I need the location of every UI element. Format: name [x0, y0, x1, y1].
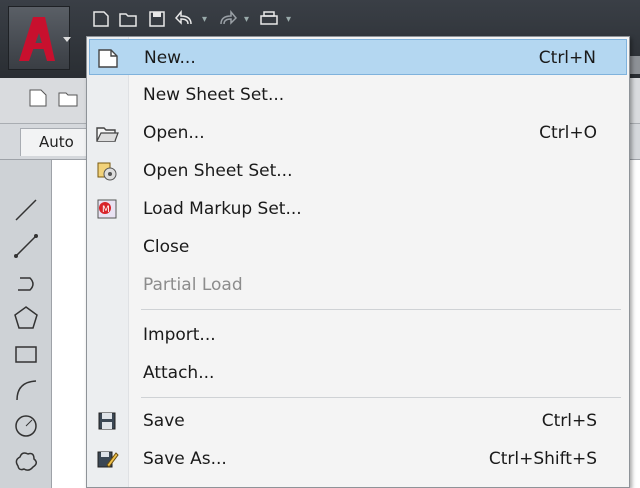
chevron-down-icon[interactable]: ▾ [286, 14, 294, 25]
file-dropdown-menu: New... Ctrl+N New Sheet Set... Open... C… [86, 36, 630, 488]
menu-item-save[interactable]: Save Ctrl+S [89, 403, 627, 439]
menu-item-label: Load Markup Set... [143, 199, 302, 219]
new-file-icon [96, 46, 120, 70]
menu-item-partial-load: Partial Load [89, 267, 627, 303]
construction-line-icon[interactable] [12, 232, 40, 260]
menu-item-label: Save [143, 411, 185, 431]
svg-text:M: M [102, 205, 110, 215]
menu-item-label: Close [143, 237, 190, 257]
markup-set-icon: M [95, 197, 119, 221]
menu-item-new[interactable]: New... Ctrl+N [89, 39, 627, 75]
redo-icon[interactable] [216, 9, 238, 29]
menu-item-open-sheet-set[interactable]: Open Sheet Set... [89, 153, 627, 189]
new-file-icon[interactable] [28, 88, 48, 108]
menu-item-save-as[interactable]: Save As... Ctrl+Shift+S [89, 441, 627, 477]
menu-item-label: Attach... [143, 363, 215, 383]
open-folder-icon[interactable] [118, 9, 140, 29]
line-tool-icon[interactable] [12, 196, 40, 224]
save-as-icon [95, 447, 119, 471]
menu-item-import[interactable]: Import... [89, 317, 627, 353]
plot-icon[interactable] [258, 9, 280, 29]
menu-item-label: Open Sheet Set... [143, 161, 293, 181]
open-sheet-set-icon [95, 159, 119, 183]
chevron-down-icon: ▾ [202, 13, 208, 25]
menu-item-label: Import... [143, 325, 216, 345]
save-icon [95, 409, 119, 433]
save-icon[interactable] [146, 9, 168, 29]
chevron-down-icon: ▾ [244, 13, 250, 25]
menu-item-label: New... [144, 48, 196, 68]
polyline-icon[interactable] [12, 268, 40, 296]
chevron-down-icon [63, 37, 71, 42]
menu-item-load-markup-set[interactable]: M Load Markup Set... [89, 191, 627, 227]
open-folder-icon [95, 121, 119, 145]
undo-icon[interactable] [174, 9, 196, 29]
menu-item-shortcut: Ctrl+S [541, 411, 597, 431]
application-menu-button[interactable] [8, 6, 71, 70]
arc-icon[interactable] [12, 376, 40, 404]
revision-cloud-icon[interactable] [12, 448, 40, 476]
menu-item-shortcut: Ctrl+N [538, 48, 596, 68]
menu-item-new-sheet-set[interactable]: New Sheet Set... [89, 77, 627, 113]
menu-item-shortcut: Ctrl+O [539, 123, 597, 143]
menu-item-label: Open... [143, 123, 205, 143]
menu-divider [141, 397, 621, 398]
menu-item-close[interactable]: Close [89, 229, 627, 265]
menu-item-shortcut: Ctrl+Shift+S [488, 449, 597, 469]
polygon-icon[interactable] [12, 304, 40, 332]
menu-item-label: Partial Load [143, 275, 243, 295]
menu-item-open[interactable]: Open... Ctrl+O [89, 115, 627, 151]
quick-access-toolbar: ▾ ▾ ▾ [90, 8, 294, 30]
draw-tool-palette [0, 160, 52, 488]
open-folder-icon[interactable] [58, 88, 78, 108]
menu-item-attach[interactable]: Attach... [89, 355, 627, 391]
autocad-logo-icon [19, 17, 55, 61]
new-file-icon[interactable] [90, 9, 112, 29]
rectangle-icon[interactable] [12, 340, 40, 368]
circle-icon[interactable] [12, 412, 40, 440]
menu-item-label: New Sheet Set... [143, 85, 285, 105]
menu-item-label: Save As... [143, 449, 227, 469]
menu-divider [141, 309, 621, 310]
